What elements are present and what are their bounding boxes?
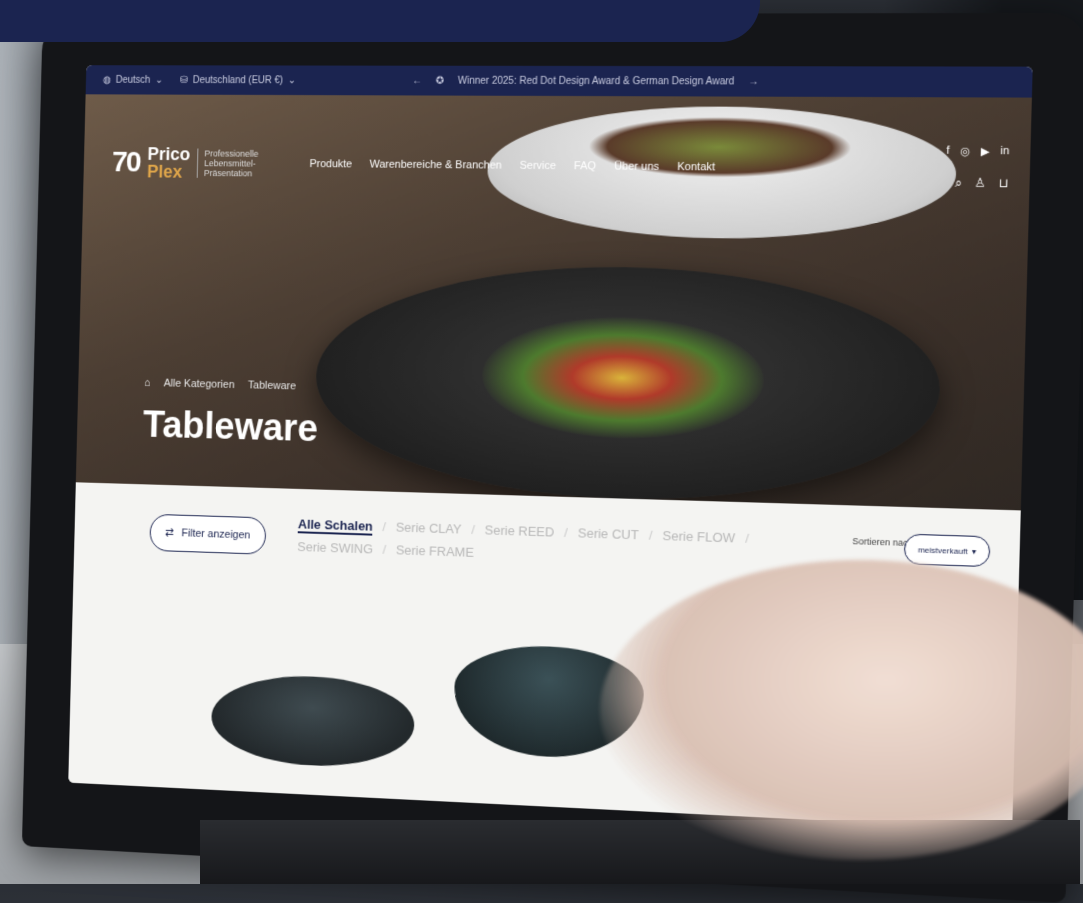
- facebook-icon[interactable]: f: [946, 145, 950, 158]
- home-icon[interactable]: ⌂: [144, 377, 151, 389]
- nav-item-kontakt[interactable]: Kontakt: [677, 161, 715, 173]
- logo[interactable]: 70 Prico Plex Professionelle Lebensmitte…: [111, 144, 272, 182]
- filter-button-label: Filter anzeigen: [181, 527, 251, 542]
- tab-serie-frame[interactable]: Serie FRAME: [396, 542, 474, 560]
- promo-banner: ← ✪ Winner 2025: Red Dot Design Award & …: [412, 75, 759, 87]
- logo-name-plex: Plex: [146, 161, 183, 182]
- sliders-icon: ⇄: [165, 526, 175, 539]
- header-actions: ⌕ ♙ ⊔: [955, 175, 1009, 191]
- tab-serie-swing[interactable]: Serie SWING: [297, 539, 373, 556]
- account-icon[interactable]: ♙: [974, 176, 986, 192]
- globe-icon: ◍: [102, 74, 112, 86]
- sort-value: meistverkauft: [917, 544, 968, 556]
- language-label: Deutsch: [115, 74, 151, 86]
- tab-serie-reed[interactable]: Serie REED: [484, 522, 555, 541]
- tab-alle-schalen[interactable]: Alle Schalen: [297, 516, 373, 536]
- tab-serie-flow[interactable]: Serie FLOW: [662, 528, 735, 548]
- sort-dropdown[interactable]: meistverkauft ▾: [903, 533, 991, 568]
- region-selector[interactable]: ⛁ Deutschland (EUR €) ⌄: [180, 75, 296, 86]
- nav-item-ueber-uns[interactable]: Über uns: [614, 160, 659, 172]
- logo-mark: 70: [111, 145, 141, 179]
- award-icon: ✪: [435, 75, 445, 87]
- filter-button[interactable]: ⇄ Filter anzeigen: [149, 513, 267, 555]
- social-links: f ◎ ▶ in: [946, 145, 1009, 159]
- chevron-down-icon: ▾: [971, 546, 977, 556]
- region-label: Deutschland (EUR €): [192, 74, 284, 86]
- tab-serie-clay[interactable]: Serie CLAY: [396, 520, 462, 539]
- logo-tagline: Professionelle Lebensmittel-Präsentation: [197, 148, 272, 179]
- main-nav: Produkte Warenbereiche & Branchen Servic…: [309, 158, 715, 173]
- nav-item-faq[interactable]: FAQ: [574, 160, 596, 172]
- chevron-down-icon: ⌄: [287, 74, 297, 86]
- breadcrumb-item-tableware[interactable]: Tableware: [248, 379, 296, 392]
- currency-icon: ⛁: [179, 74, 189, 86]
- arrow-left-icon[interactable]: ←: [412, 75, 422, 86]
- cart-icon[interactable]: ⊔: [998, 176, 1008, 192]
- linkedin-icon[interactable]: in: [1000, 145, 1009, 158]
- product-image-bowl[interactable]: [210, 672, 416, 771]
- site-header: 70 Prico Plex Professionelle Lebensmitte…: [83, 133, 1031, 201]
- breadcrumb-item-alle-kategorien[interactable]: Alle Kategorien: [163, 378, 234, 391]
- tab-serie-cut[interactable]: Serie CUT: [578, 525, 639, 544]
- breadcrumb: ⌂ Alle Kategorien Tableware: [144, 377, 296, 392]
- logo-name: Prico Plex: [146, 144, 191, 182]
- chevron-down-icon: ⌄: [154, 74, 164, 86]
- language-selector[interactable]: ◍ Deutsch ⌄: [103, 74, 163, 85]
- instagram-icon[interactable]: ◎: [960, 145, 970, 158]
- nav-item-warenbereiche[interactable]: Warenbereiche & Branchen: [369, 159, 501, 172]
- nav-item-service[interactable]: Service: [519, 160, 556, 172]
- hero-image: 70 Prico Plex Professionelle Lebensmitte…: [75, 94, 1032, 511]
- youtube-icon[interactable]: ▶: [981, 145, 990, 158]
- top-bar: ◍ Deutsch ⌄ ⛁ Deutschland (EUR €) ⌄ ← ✪ …: [85, 65, 1033, 98]
- promo-text: Winner 2025: Red Dot Design Award & Germ…: [457, 75, 735, 87]
- nav-item-produkte[interactable]: Produkte: [309, 158, 352, 170]
- series-tabs: Alle Schalen / Serie CLAY / Serie REED /…: [297, 516, 750, 560]
- arrow-right-icon[interactable]: →: [748, 76, 759, 87]
- search-icon[interactable]: ⌕: [955, 175, 962, 190]
- navy-corner-shape: [0, 0, 760, 42]
- page-title: Tableware: [142, 404, 319, 451]
